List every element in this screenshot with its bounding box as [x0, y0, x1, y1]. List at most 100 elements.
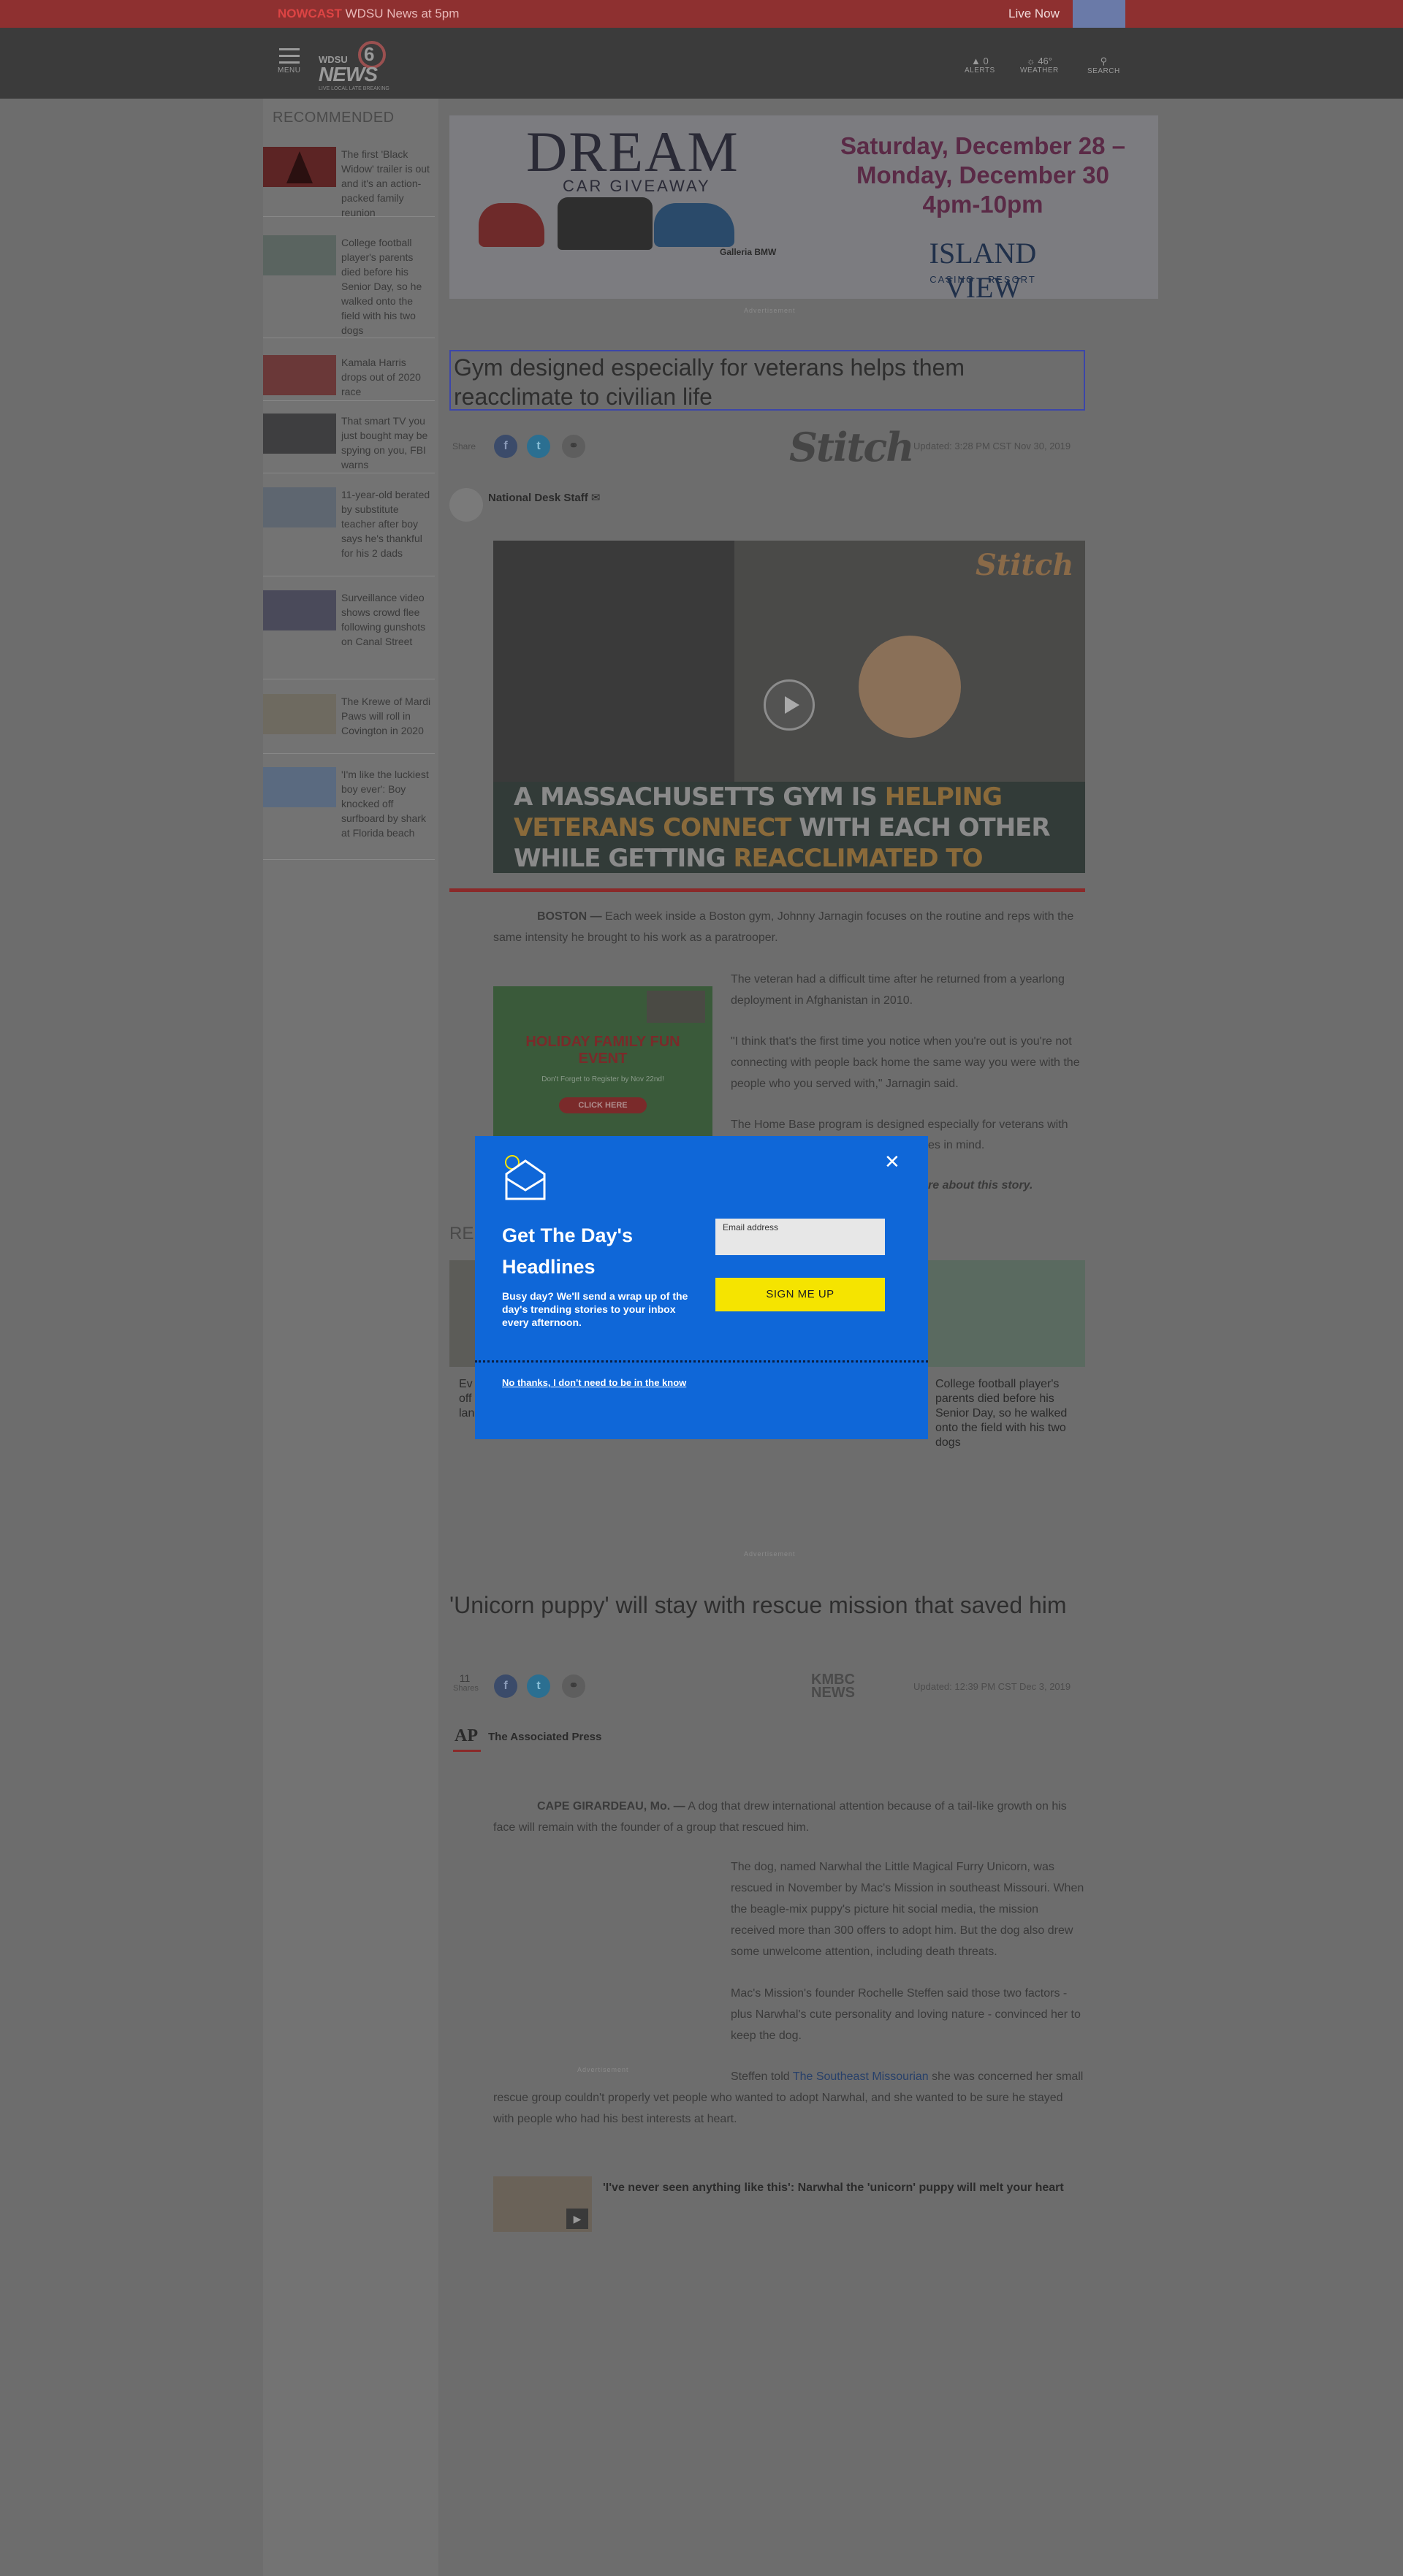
- recommended-item[interactable]: 11-year-old berated by substitute teache…: [263, 487, 435, 576]
- email-field-label: Email address: [723, 1222, 779, 1232]
- facebook-share-button[interactable]: f: [494, 1674, 517, 1698]
- thumbnail[interactable]: [263, 147, 336, 187]
- recommended-link[interactable]: 11-year-old berated by substitute teache…: [341, 487, 433, 560]
- thumbnail[interactable]: [263, 235, 336, 275]
- alerts-count: 0: [983, 56, 989, 66]
- more-story-link[interactable]: re about this story.: [928, 1175, 1033, 1196]
- sign-up-button[interactable]: SIGN ME UP: [715, 1278, 885, 1311]
- recommended-link[interactable]: 'I'm like the luckiest boy ever': Boy kn…: [341, 767, 433, 840]
- play-icon: ▶: [566, 2209, 588, 2229]
- recommended-item[interactable]: That smart TV you just bought may be spy…: [263, 414, 435, 473]
- ad-dates-line2: Monday, December 30: [856, 161, 1110, 188]
- thumbnail[interactable]: [263, 355, 336, 395]
- facebook-icon: f: [503, 1680, 508, 1692]
- recommended-link[interactable]: The Krewe of Mardi Paws will roll in Cov…: [341, 694, 433, 738]
- twitter-icon: t: [536, 1680, 541, 1692]
- warning-icon: ▲: [971, 56, 981, 66]
- nowcast-link[interactable]: NOWCAST WDSU News at 5pm: [278, 7, 459, 21]
- play-button[interactable]: [764, 679, 815, 731]
- email-field[interactable]: Email address: [715, 1219, 885, 1255]
- article-paragraph: Steffen told The Southeast Missourian sh…: [493, 2070, 1084, 2125]
- recommended-item[interactable]: The first 'Black Widow' trailer is out a…: [263, 147, 435, 220]
- recommended-item[interactable]: The Krewe of Mardi Paws will roll in Cov…: [263, 694, 435, 754]
- live-now-link[interactable]: Live Now: [1008, 7, 1060, 21]
- twitter-icon: t: [536, 440, 541, 452]
- rec-card-image[interactable]: [928, 1260, 1085, 1367]
- site-logo[interactable]: 6 WDSU NEWS LIVE LOCAL LATE BREAKING: [317, 41, 405, 91]
- related-title[interactable]: 'I've never seen anything like this': Na…: [603, 2179, 1078, 2197]
- recommended-item[interactable]: College football player's parents died b…: [263, 235, 435, 338]
- inline-ad-button[interactable]: CLICK HERE: [559, 1097, 647, 1113]
- recommended-item[interactable]: Kamala Harris drops out of 2020 race: [263, 355, 435, 401]
- video-frame-face: [859, 636, 961, 738]
- search-button[interactable]: ⚲ SEARCH: [1087, 56, 1120, 75]
- recommended-link[interactable]: College football player's parents died b…: [341, 235, 433, 338]
- ad-label: Advertisement: [744, 1550, 796, 1558]
- inline-ad-logo: [647, 991, 705, 1023]
- weather-temp: 46°: [1038, 56, 1052, 66]
- menu-icon: [279, 48, 300, 50]
- weather-button[interactable]: ☼ 46° WEATHER: [1020, 56, 1059, 75]
- rec-card-title[interactable]: Ev off lan: [459, 1377, 476, 1421]
- recommended-link[interactable]: The first 'Black Widow' trailer is out a…: [341, 147, 433, 220]
- no-thanks-link[interactable]: No thanks, I don't need to be in the kno…: [502, 1377, 686, 1388]
- facebook-share-button[interactable]: f: [494, 435, 517, 458]
- alerts-label: ALERTS: [965, 66, 995, 75]
- video-caption: A MASSACHUSETTS GYM IS HELPING VETERANS …: [514, 782, 1051, 873]
- thumbnail[interactable]: [263, 414, 336, 454]
- recommended-item[interactable]: 'I'm like the luckiest boy ever': Boy kn…: [263, 767, 435, 860]
- search-icon: ⚲: [1100, 56, 1108, 66]
- author-name: National Desk Staff: [488, 492, 588, 504]
- copy-link-button[interactable]: ⚭: [562, 435, 585, 458]
- car-red-image: [479, 203, 544, 247]
- ad-venue-sub: CASINO • RESORT: [929, 274, 1036, 285]
- thumbnail[interactable]: [263, 767, 336, 807]
- recommended-item[interactable]: Surveillance video shows crowd flee foll…: [263, 590, 435, 679]
- play-icon: [785, 696, 799, 714]
- site-header: [0, 28, 1403, 99]
- author-name[interactable]: The Associated Press: [488, 1731, 601, 1743]
- inline-ad-sub: Don't Forget to Register by Nov 22nd!: [541, 1075, 664, 1083]
- close-icon[interactable]: ✕: [884, 1151, 900, 1173]
- twitter-share-button[interactable]: t: [527, 435, 550, 458]
- live-thumbnail[interactable]: [1073, 0, 1125, 28]
- rec-card-title[interactable]: College football player's parents died b…: [935, 1377, 1085, 1450]
- related-video-card[interactable]: ▶ 'I've never seen anything like this': …: [493, 2176, 1085, 2232]
- facebook-icon: f: [503, 440, 508, 452]
- alerts-button[interactable]: ▲ 0 ALERTS: [965, 56, 995, 75]
- thumbnail[interactable]: [263, 487, 336, 527]
- ad-dates-line1: Saturday, December 28 –: [840, 132, 1126, 159]
- recommended-heading: RE: [449, 1224, 474, 1243]
- menu-button[interactable]: MENU: [278, 48, 300, 75]
- rec-card-image[interactable]: [449, 1260, 476, 1367]
- email-icon[interactable]: ✉: [591, 492, 601, 504]
- recommended-link[interactable]: Kamala Harris drops out of 2020 race: [341, 355, 433, 399]
- ad-car-giveaway: CAR GIVEAWAY: [563, 177, 711, 195]
- article-paragraph: BOSTON — Each week inside a Boston gym, …: [493, 910, 1074, 944]
- recommended-link[interactable]: That smart TV you just bought may be spy…: [341, 414, 433, 472]
- southeast-missourian-link[interactable]: The Southeast Missourian: [793, 2070, 929, 2083]
- newsletter-modal: ✕ Get The Day's Headlines Busy day? We'l…: [475, 1136, 928, 1439]
- video-player[interactable]: Stitch A MASSACHUSETTS GYM IS HELPING VE…: [493, 541, 1085, 873]
- link-icon: ⚭: [569, 440, 579, 452]
- thumbnail[interactable]: [263, 694, 336, 734]
- search-label: SEARCH: [1087, 67, 1120, 75]
- ad-banner[interactable]: DREAM CAR GIVEAWAY Galleria BMW Saturday…: [449, 115, 1158, 299]
- twitter-share-button[interactable]: t: [527, 1674, 550, 1698]
- article-paragraph: Mac's Mission's founder Rochelle Steffen…: [731, 1987, 1081, 2042]
- modal-divider: [475, 1360, 928, 1363]
- article-paragraph: CAPE GIRARDEAU, Mo. — A dog that drew in…: [493, 1800, 1067, 1834]
- inline-ad[interactable]: HOLIDAY FAMILY FUN EVENT Don't Forget to…: [493, 986, 712, 1136]
- author-byline[interactable]: National Desk Staff ✉: [488, 491, 600, 504]
- author-avatar: [449, 488, 483, 522]
- article-paragraph: The Home Base program is designed especi…: [731, 1119, 1068, 1131]
- stitch-logo: Stitch: [789, 424, 915, 470]
- envelope-icon: [505, 1155, 546, 1200]
- section-divider: [449, 888, 1085, 892]
- recommended-link[interactable]: Surveillance video shows crowd flee foll…: [341, 590, 433, 649]
- thumbnail[interactable]: [263, 590, 336, 630]
- ad-sponsor: Galleria BMW: [720, 247, 777, 257]
- shares-label: Shares: [453, 1684, 479, 1693]
- ad-label: Advertisement: [744, 307, 796, 314]
- copy-link-button[interactable]: ⚭: [562, 1674, 585, 1698]
